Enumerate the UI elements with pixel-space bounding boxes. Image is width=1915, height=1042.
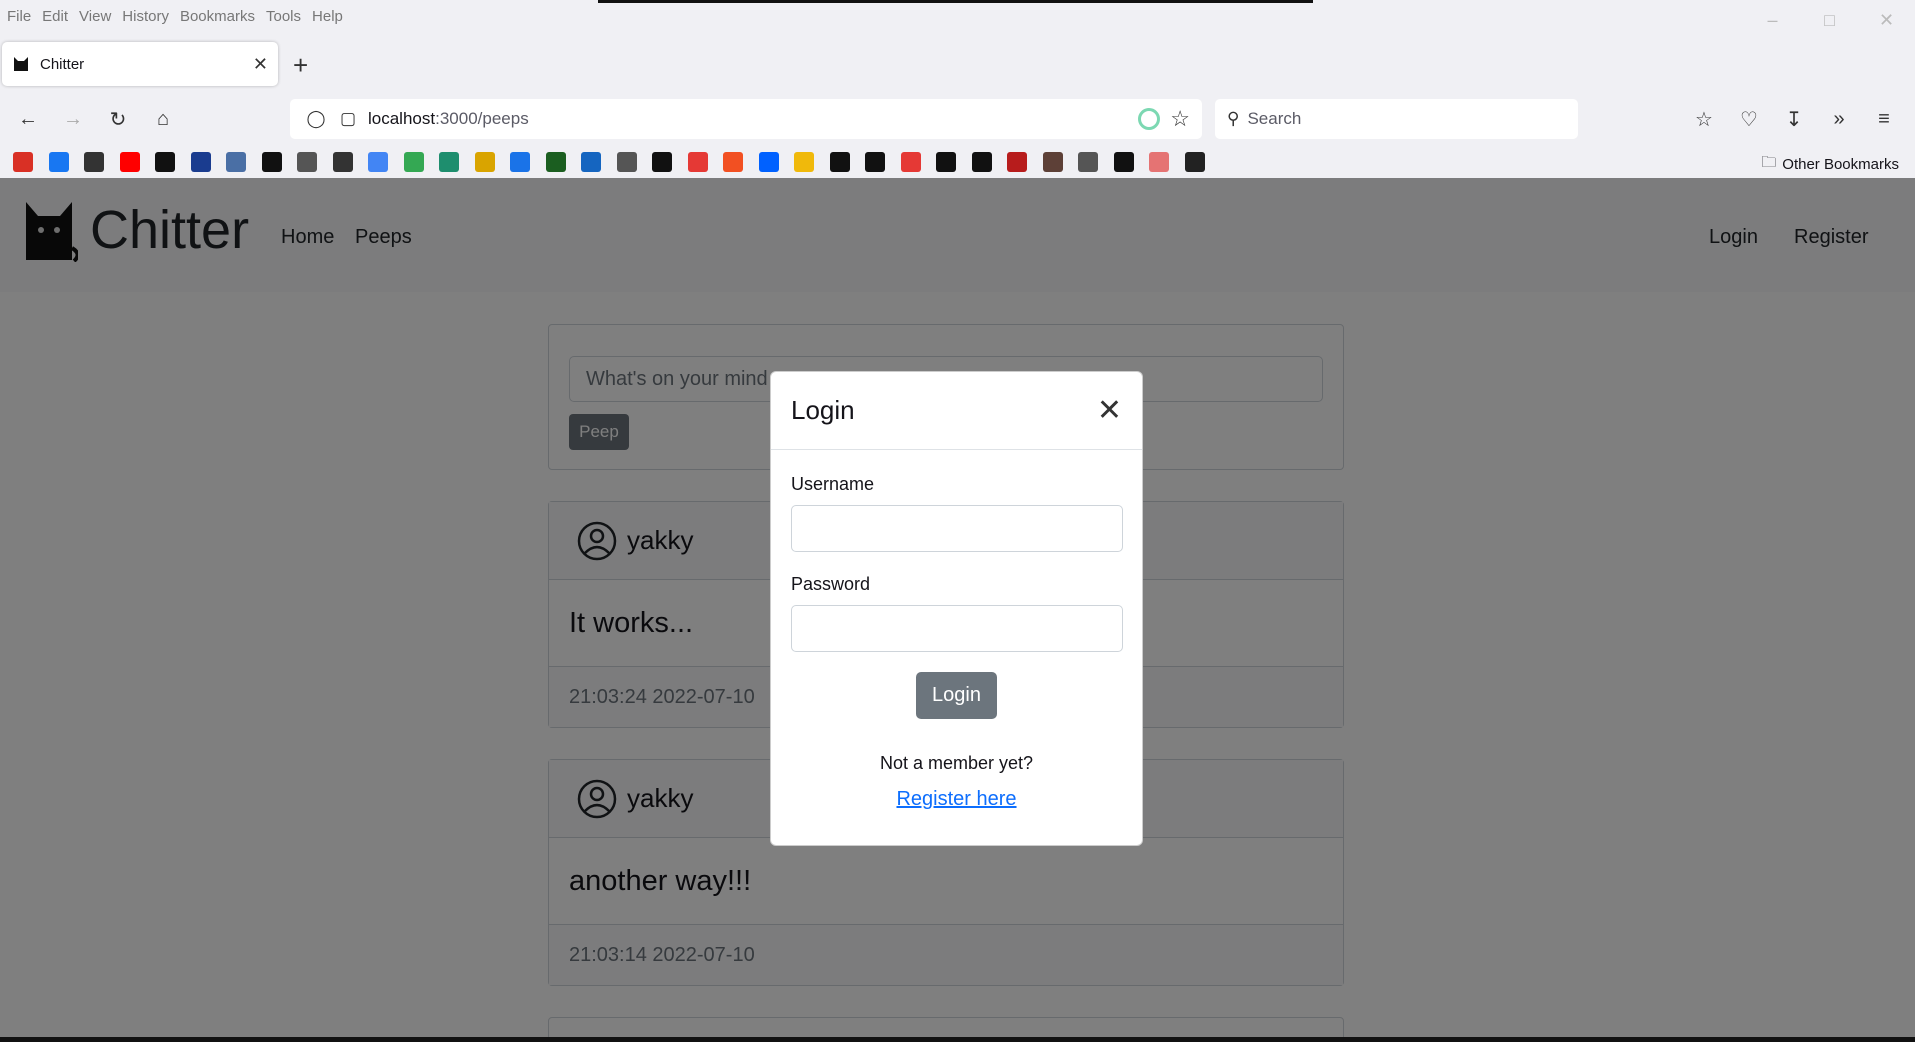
- username-label: Username: [791, 474, 875, 494]
- back-icon[interactable]: ←: [10, 96, 46, 142]
- register-link[interactable]: Register here: [791, 788, 1122, 811]
- url-path: :3000/peeps: [435, 109, 529, 128]
- menu-view[interactable]: View: [79, 8, 111, 25]
- dropbox-icon[interactable]: [758, 152, 779, 172]
- url-host: localhost: [368, 109, 436, 128]
- l-icon[interactable]: [155, 152, 175, 172]
- tab-strip: Chitter ✕ +: [0, 40, 1915, 90]
- green-icon[interactable]: [439, 152, 459, 172]
- home-icon[interactable]: ⌂: [145, 96, 181, 142]
- minimize-icon[interactable]: –: [1744, 0, 1801, 40]
- window-controls: – □ ✕: [1744, 0, 1915, 40]
- facebook-icon[interactable]: [48, 152, 69, 172]
- shield-icon[interactable]: ◯: [298, 109, 334, 129]
- page-viewport: Chitter Home Peeps Login Register What's…: [0, 178, 1915, 1042]
- google-icon[interactable]: [368, 152, 388, 172]
- cat-favicon-icon: [14, 57, 28, 71]
- flag-icon[interactable]: [1007, 152, 1027, 172]
- download-icon[interactable]: ↧: [1776, 96, 1812, 142]
- modal-title: Login: [791, 395, 855, 425]
- password-input[interactable]: [791, 605, 1123, 652]
- bookmarks-toolbar: 🗀 Other Bookmarks: [0, 148, 1915, 176]
- close-window-icon[interactable]: ✕: [1858, 0, 1915, 40]
- lion-icon[interactable]: [1042, 152, 1063, 172]
- menu-bar: File Edit View History Bookmarks Tools H…: [0, 0, 1915, 32]
- tab-title: Chitter: [40, 55, 85, 73]
- tfl-icon[interactable]: [190, 152, 211, 172]
- modal-header: Login ✕: [771, 372, 1142, 450]
- menu-tools[interactable]: Tools: [266, 8, 301, 25]
- search-bar[interactable]: ⚲ Search: [1215, 99, 1578, 139]
- rockpaper-icon[interactable]: [474, 152, 495, 172]
- menu-help[interactable]: Help: [312, 8, 343, 25]
- overflow-icon[interactable]: »: [1821, 96, 1857, 142]
- k-icon[interactable]: [687, 152, 708, 172]
- globe-icon[interactable]: [297, 152, 317, 172]
- menu-bookmarks[interactable]: Bookmarks: [180, 8, 255, 25]
- login-submit-button[interactable]: Login: [916, 672, 997, 719]
- modal-body: Username Password Login Not a member yet…: [771, 450, 1142, 835]
- binance-icon[interactable]: [794, 152, 814, 172]
- search-placeholder: Search: [1247, 109, 1302, 128]
- blue-box-icon[interactable]: [581, 152, 601, 172]
- bag-icon[interactable]: [226, 152, 246, 172]
- tab-close-icon[interactable]: ✕: [253, 54, 268, 75]
- page-icon[interactable]: ▢: [334, 109, 362, 129]
- menu-file[interactable]: File: [7, 8, 31, 25]
- github-icon[interactable]: [1113, 152, 1134, 172]
- tab-chitter[interactable]: Chitter ✕: [2, 42, 278, 86]
- doc-icon[interactable]: [1078, 152, 1098, 172]
- browser-chrome: File Edit View History Bookmarks Tools H…: [0, 0, 1915, 178]
- red-icon[interactable]: [865, 152, 885, 172]
- nav-toolbar: ← → ↻ ⌂ ◯ ▢ localhost:3000/peeps ☆ ⚲ Sea…: [0, 96, 1915, 142]
- forward-icon[interactable]: →: [55, 96, 91, 142]
- gmail-icon[interactable]: [13, 152, 33, 172]
- saved-icon[interactable]: ☆: [1686, 96, 1722, 142]
- d-icon[interactable]: [936, 152, 956, 172]
- tv-icon[interactable]: [971, 152, 992, 172]
- url-text[interactable]: localhost:3000/peeps: [368, 109, 529, 129]
- youtube-icon[interactable]: [119, 152, 140, 172]
- extension-icon[interactable]: [1138, 108, 1161, 130]
- login-modal: Login ✕ Username Password Login Not a me…: [770, 371, 1143, 846]
- folder-icon: 🗀: [1761, 154, 1777, 171]
- password-label: Password: [791, 574, 871, 594]
- blue-icon[interactable]: [510, 152, 530, 172]
- username-input[interactable]: [791, 505, 1123, 552]
- menu-edit[interactable]: Edit: [42, 8, 68, 25]
- red-box-icon[interactable]: [1149, 152, 1169, 172]
- dark-box-icon[interactable]: [1184, 152, 1205, 172]
- other-bookmarks[interactable]: 🗀 Other Bookmarks: [1761, 152, 1899, 177]
- screen-edge: [598, 0, 1313, 3]
- maximize-icon[interactable]: □: [1801, 0, 1858, 40]
- globe-icon[interactable]: [616, 152, 637, 172]
- screen-edge-bottom: [0, 1037, 1915, 1042]
- pocket-icon[interactable]: ♡: [1731, 96, 1767, 142]
- close-icon[interactable]: ✕: [1097, 393, 1122, 428]
- microsoft-icon[interactable]: [723, 152, 743, 172]
- wordpress-icon[interactable]: [332, 152, 353, 172]
- amazon-icon[interactable]: [261, 152, 282, 172]
- wikipedia-icon[interactable]: [84, 152, 104, 172]
- url-bar[interactable]: ◯ ▢ localhost:3000/peeps ☆: [290, 99, 1202, 139]
- ig-icon[interactable]: [900, 152, 921, 172]
- search-icon: ⚲: [1227, 109, 1240, 128]
- reload-icon[interactable]: ↻: [100, 96, 136, 142]
- other-bookmarks-label: Other Bookmarks: [1782, 156, 1899, 173]
- green-box-icon[interactable]: [545, 152, 566, 172]
- menu-icon[interactable]: ≡: [1866, 96, 1902, 142]
- not-member-text: Not a member yet?: [879, 753, 1034, 773]
- hl-icon[interactable]: [829, 152, 850, 172]
- new-tab-icon[interactable]: +: [293, 50, 308, 81]
- dots-icon[interactable]: [652, 152, 672, 172]
- star-icon[interactable]: ☆: [1170, 106, 1190, 132]
- google-icon[interactable]: [403, 152, 424, 172]
- menu-history[interactable]: History: [122, 8, 169, 25]
